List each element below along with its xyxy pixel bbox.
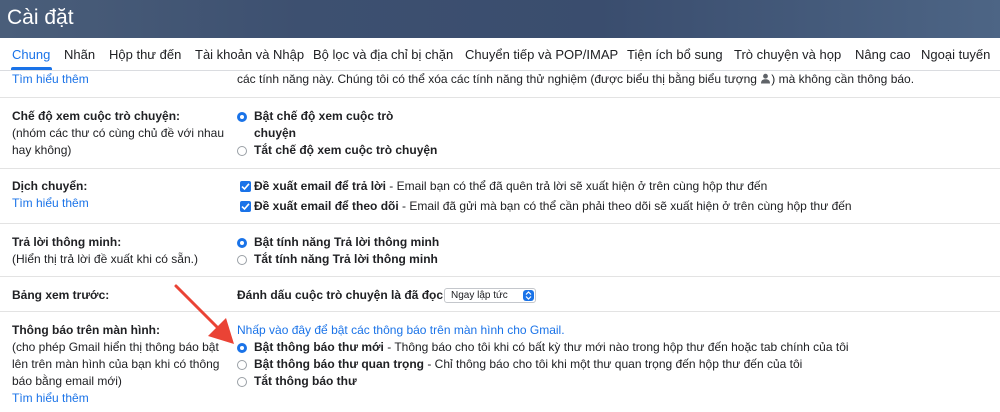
smart-reply-off-radio[interactable] xyxy=(237,255,247,265)
nudge-followup-label: Đề xuất email để theo dõi - Email đã gửi… xyxy=(254,199,852,213)
mark-read-label: Đánh dấu cuộc trò chuyện là đã đọc: xyxy=(237,288,448,302)
smart-reply-off-label: Tắt tính năng Trả lời thông minh xyxy=(254,252,438,266)
conversation-view-on-label-cont: chuyện xyxy=(254,126,297,140)
tab-offline[interactable]: Ngoại tuyến xyxy=(921,47,990,62)
learn-more-link[interactable]: Tìm hiểu thêm xyxy=(12,71,89,88)
chevron-updown-icon xyxy=(523,290,534,301)
tab-labels[interactable]: Nhãn xyxy=(64,47,95,62)
smart-reply-desc: (Hiển thị trả lời đề xuất khi có sẵn.) xyxy=(12,252,198,266)
desktop-notifications-desc-2: lên trên màn hình của bạn khi có thông xyxy=(12,357,220,371)
nudges-learn-more-link[interactable]: Tìm hiểu thêm xyxy=(12,195,89,212)
row-divider xyxy=(0,276,1000,277)
experimental-description: các tính năng này. Chúng tôi có thể xóa … xyxy=(237,71,914,89)
conversation-view-on-radio[interactable] xyxy=(237,112,247,122)
notifications-off-radio[interactable] xyxy=(237,377,247,387)
enable-notifications-link[interactable]: Nhấp vào đây để bật các thông báo trên m… xyxy=(237,322,565,339)
tab-filters-blocked[interactable]: Bộ lọc và địa chỉ bị chặn xyxy=(313,47,453,62)
important-mail-notification-label: Bật thông báo thư quan trọng - Chỉ thông… xyxy=(254,357,803,371)
row-divider xyxy=(0,223,1000,224)
settings-content: Tìm hiểu thêm các tính năng này. Chúng t… xyxy=(0,71,1000,412)
conversation-view-title: Chế độ xem cuộc trò chuyện: xyxy=(12,109,181,123)
settings-header: Cài đặt xyxy=(0,0,1000,38)
conversation-view-desc-2: hay không) xyxy=(12,143,72,157)
conversation-view-desc-1: (nhóm các thư có cùng chủ đề với nhau xyxy=(12,126,225,140)
desktop-notifications-desc-3: báo bằng email mới) xyxy=(12,374,122,388)
tab-inbox[interactable]: Hộp thư đến xyxy=(109,47,181,62)
tab-forwarding-pop-imap[interactable]: Chuyển tiếp và POP/IMAP xyxy=(465,47,618,62)
conversation-view-off-radio[interactable] xyxy=(237,146,247,156)
page-title: Cài đặt xyxy=(7,6,74,29)
red-arrow-annotation xyxy=(174,284,234,344)
tab-accounts-import[interactable]: Tài khoản và Nhập xyxy=(195,47,304,62)
new-mail-notification-label: Bật thông báo thư mới - Thông báo cho tô… xyxy=(254,340,849,354)
row-divider xyxy=(0,97,1000,98)
row-divider xyxy=(0,168,1000,169)
tab-chat-meet[interactable]: Trò chuyện và họp xyxy=(734,47,841,62)
conversation-view-on-label: Bật chế độ xem cuộc trò xyxy=(254,109,394,123)
preview-pane-title: Bảng xem trước: xyxy=(12,288,110,302)
active-tab-indicator xyxy=(11,67,52,70)
tab-addons[interactable]: Tiện ích bổ sung xyxy=(627,47,723,62)
smart-reply-on-radio[interactable] xyxy=(237,238,247,248)
mark-read-select-value: Ngay lập tức xyxy=(451,290,508,301)
nudge-reply-checkbox[interactable] xyxy=(240,181,251,192)
nudge-reply-label: Đề xuất email để trả lời - Email bạn có … xyxy=(254,179,768,193)
important-mail-notification-radio[interactable] xyxy=(237,360,247,370)
row-divider xyxy=(0,311,1000,312)
settings-tabs: Chung Nhãn Hộp thư đến Tài khoản và Nhập… xyxy=(0,38,1000,71)
conversation-view-off-label: Tắt chế độ xem cuộc trò chuyện xyxy=(254,143,438,157)
mark-read-select[interactable]: Ngay lập tức xyxy=(444,288,536,303)
nudges-title: Dịch chuyển: xyxy=(12,179,88,193)
desktop-notifications-title: Thông báo trên màn hình: xyxy=(12,323,160,337)
nudge-followup-checkbox[interactable] xyxy=(240,201,251,212)
smart-reply-title: Trả lời thông minh: xyxy=(12,235,122,249)
person-icon xyxy=(760,72,771,89)
notifications-learn-more-link[interactable]: Tìm hiểu thêm xyxy=(12,390,89,407)
tab-general[interactable]: Chung xyxy=(12,47,50,62)
tab-advanced[interactable]: Nâng cao xyxy=(855,47,911,62)
smart-reply-on-label: Bật tính năng Trả lời thông minh xyxy=(254,235,440,249)
notifications-off-label: Tắt thông báo thư xyxy=(254,374,357,388)
